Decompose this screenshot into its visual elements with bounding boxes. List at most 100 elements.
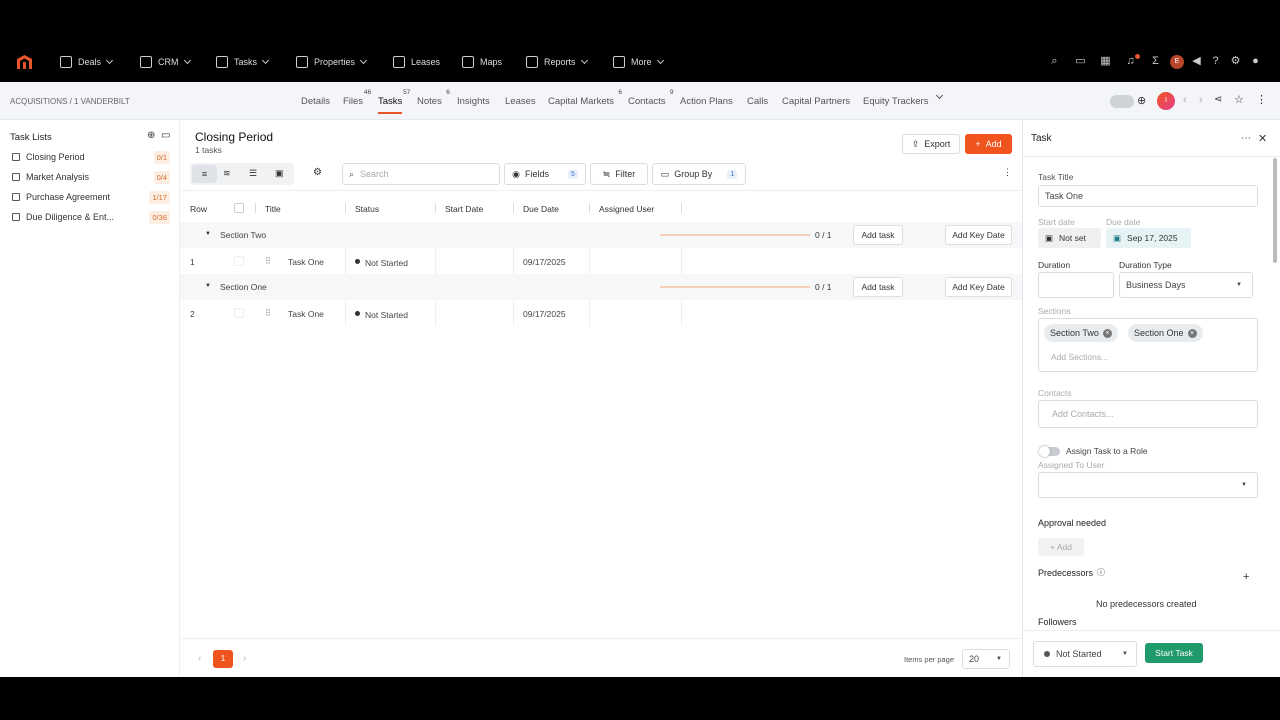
scrollbar[interactable] <box>1273 158 1277 263</box>
share-icon[interactable]: ⋖ <box>1214 94 1222 105</box>
more-menu-icon[interactable]: ⋮ <box>1256 93 1267 106</box>
column-header-start-date[interactable]: Start Date <box>445 204 483 214</box>
tab-equity-trackers[interactable]: Equity Trackers <box>863 96 928 107</box>
nav-deals[interactable]: Deals <box>60 42 114 82</box>
tabs-more-chevron-icon[interactable] <box>935 91 944 100</box>
sigma-icon[interactable]: Σ <box>1149 55 1162 68</box>
kanban-view-icon[interactable]: ≋ <box>223 168 231 179</box>
folder-icon[interactable]: ▭ <box>1074 55 1087 68</box>
search-input[interactable]: ⌕ Search <box>342 163 500 185</box>
nav-tasks[interactable]: Tasks <box>216 42 270 82</box>
task-status[interactable]: Not Started <box>365 258 408 268</box>
next-page-icon[interactable]: › <box>243 653 246 664</box>
settings-gear-icon[interactable]: ⚙ <box>313 167 322 178</box>
column-header-status[interactable]: Status <box>355 204 379 214</box>
select-all-checkbox[interactable] <box>234 203 244 213</box>
task-due-date[interactable]: 09/17/2025 <box>523 257 566 267</box>
tab-files[interactable]: Files 46 <box>343 89 371 107</box>
column-header-title[interactable]: Title <box>265 204 281 214</box>
row-checkbox[interactable] <box>234 256 244 266</box>
task-list-item[interactable]: Market Analysis 0/4 <box>12 169 172 185</box>
add-collaborator-icon[interactable]: ⊕ <box>1137 94 1146 107</box>
task-list-item[interactable]: Purchase Agreement 1/17 <box>12 189 172 205</box>
remove-chip-icon[interactable]: × <box>1187 328 1197 338</box>
contacts-input[interactable]: Add Contacts... <box>1038 400 1258 428</box>
close-panel-icon[interactable]: ✕ <box>1258 132 1267 145</box>
task-title[interactable]: Task One <box>288 309 324 319</box>
assigned-user-select[interactable]: ▼ <box>1038 472 1258 498</box>
nav-reports[interactable]: Reports <box>526 42 588 82</box>
table-row[interactable]: 2 ⠿ Task One Not Started 09/17/2025 <box>180 300 1022 326</box>
star-icon[interactable]: ☆ <box>1234 93 1244 106</box>
nav-crm[interactable]: CRM <box>140 42 191 82</box>
calendar-icon[interactable]: ▦ <box>1099 55 1112 68</box>
row-checkbox[interactable] <box>234 308 244 318</box>
nav-leases[interactable]: Leases <box>393 42 440 82</box>
prev-page-icon[interactable]: ‹ <box>198 653 201 664</box>
section-chip[interactable]: Section Two × <box>1044 324 1118 342</box>
tab-capital-partners[interactable]: Capital Partners <box>782 96 850 107</box>
add-task-button[interactable]: Add task <box>853 277 903 297</box>
user-avatar[interactable]: E <box>1170 55 1184 69</box>
megaphone-icon[interactable]: ◀ <box>1190 55 1203 68</box>
export-button[interactable]: ⇪ Export <box>902 134 960 154</box>
panel-more-icon[interactable]: ⋯ <box>1241 133 1251 144</box>
tab-leases[interactable]: Leases <box>505 96 536 107</box>
task-title-input[interactable]: Task One <box>1038 185 1258 207</box>
toolbar-more-icon[interactable]: ⋮ <box>1003 167 1012 178</box>
add-button[interactable]: + Add <box>965 134 1012 154</box>
start-task-button[interactable]: Start Task <box>1145 643 1203 663</box>
search-icon[interactable]: ⌕ <box>1048 55 1061 68</box>
breadcrumb[interactable]: ACQUISITIONS / 1 VANDERBILT <box>10 97 130 106</box>
prev-record-icon[interactable]: ‹ <box>1183 94 1187 106</box>
nav-properties[interactable]: Properties <box>296 42 368 82</box>
task-list-item[interactable]: Closing Period 0/1 <box>12 149 172 165</box>
task-title[interactable]: Task One <box>288 257 324 267</box>
add-sections-placeholder[interactable]: Add Sections... <box>1051 352 1108 362</box>
add-key-date-button[interactable]: Add Key Date <box>945 277 1012 297</box>
column-header-row[interactable]: Row <box>190 204 207 214</box>
filter-button[interactable]: ≒ Filter <box>590 163 648 185</box>
help-icon[interactable]: ? <box>1209 55 1222 68</box>
tab-calls[interactable]: Calls <box>747 96 768 107</box>
next-record-icon[interactable]: › <box>1199 94 1203 106</box>
add-key-date-button[interactable]: Add Key Date <box>945 225 1012 245</box>
duration-type-select[interactable]: Business Days ▼ <box>1119 272 1253 298</box>
drag-handle-icon[interactable]: ⠿ <box>265 308 271 319</box>
remove-chip-icon[interactable]: × <box>1102 328 1112 338</box>
nav-more[interactable]: More <box>613 42 664 82</box>
duration-input[interactable] <box>1038 272 1114 298</box>
tab-details[interactable]: Details <box>301 96 330 107</box>
column-header-due-date[interactable]: Due Date <box>523 204 559 214</box>
tab-tasks[interactable]: Tasks 57 <box>378 89 410 114</box>
profile-icon[interactable]: ● <box>1249 55 1262 68</box>
tab-notes[interactable]: Notes 6 <box>417 89 450 107</box>
start-date-button[interactable]: ▣ Not set <box>1038 228 1101 248</box>
drag-handle-icon[interactable]: ⠿ <box>265 256 271 267</box>
group-by-button[interactable]: ▭ Group By 1 <box>652 163 746 185</box>
collapse-panel-icon[interactable]: ▭ <box>161 130 170 141</box>
fields-button[interactable]: ◉ Fields 5 <box>504 163 586 185</box>
column-header-assigned-user[interactable]: Assigned User <box>599 204 654 214</box>
tab-insights[interactable]: Insights <box>457 96 490 107</box>
add-predecessor-icon[interactable]: + <box>1243 571 1249 583</box>
due-date-button[interactable]: ▣ Sep 17, 2025 <box>1106 228 1191 248</box>
tab-capital-markets[interactable]: Capital Markets 6 <box>548 89 622 107</box>
record-avatar[interactable]: I <box>1157 92 1175 110</box>
status-select[interactable]: Not Started ▼ <box>1033 641 1137 667</box>
task-status[interactable]: Not Started <box>365 310 408 320</box>
tab-contacts[interactable]: Contacts 9 <box>628 89 674 107</box>
add-task-button[interactable]: Add task <box>853 225 903 245</box>
add-list-icon[interactable]: ⊕ <box>147 130 155 141</box>
nav-maps[interactable]: Maps <box>462 42 502 82</box>
collapse-section-icon[interactable]: ▼ <box>205 231 211 237</box>
task-due-date[interactable]: 09/17/2025 <box>523 309 566 319</box>
page-1-button[interactable]: 1 <box>213 650 233 668</box>
calendar-view-icon[interactable]: ▣ <box>275 168 284 179</box>
collapse-section-icon[interactable]: ▼ <box>205 283 211 289</box>
tab-action-plans[interactable]: Action Plans <box>680 96 733 107</box>
approval-add-button[interactable]: + Add <box>1038 538 1084 556</box>
task-list-item[interactable]: Due Diligence & Ent... 0/36 <box>12 209 172 225</box>
app-logo[interactable] <box>16 54 33 70</box>
list-view-icon[interactable]: ≡ <box>192 165 217 183</box>
